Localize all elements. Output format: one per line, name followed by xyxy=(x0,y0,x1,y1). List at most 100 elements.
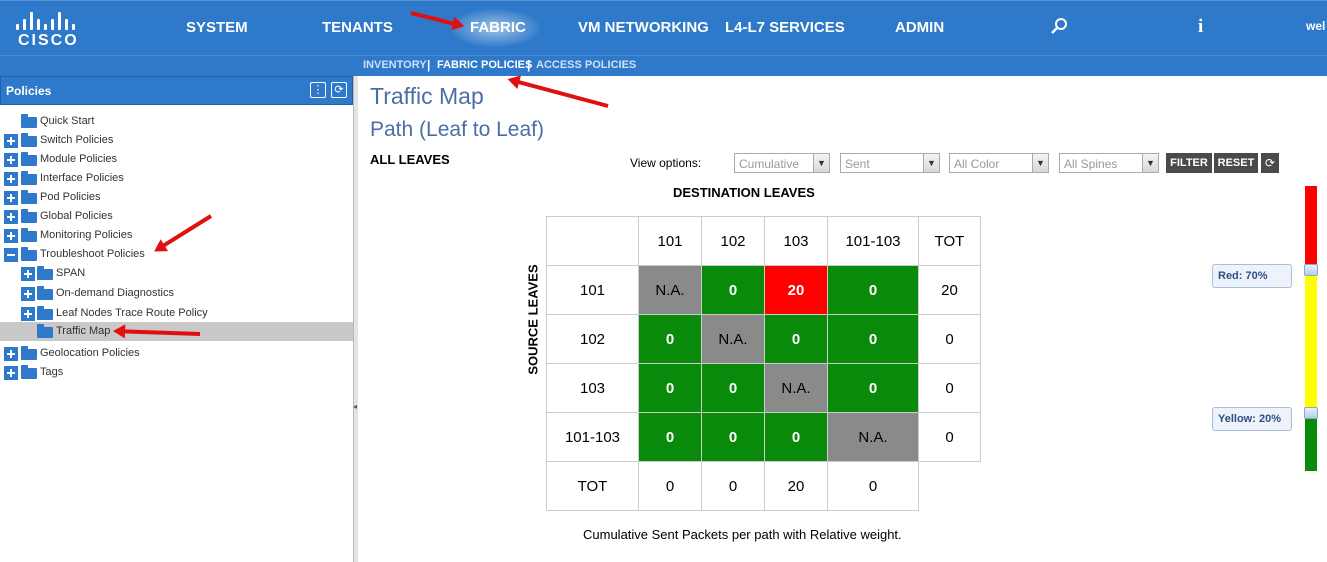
expand-icon[interactable] xyxy=(21,267,35,281)
matrix-cell[interactable]: 0 xyxy=(827,265,919,315)
color-dropdown[interactable]: All Color ▼ xyxy=(949,153,1049,173)
filter-button[interactable]: FILTER xyxy=(1166,153,1212,173)
sidebar-item-global-policies[interactable]: Global Policies xyxy=(0,207,353,226)
matrix-cell[interactable]: N.A. xyxy=(764,363,828,413)
cisco-logo[interactable]: CISCO xyxy=(14,10,86,50)
expand-icon[interactable] xyxy=(4,153,18,167)
yellow-threshold-slider[interactable] xyxy=(1304,407,1318,419)
folder-icon xyxy=(21,346,37,360)
tree-view-icon[interactable]: ⋮ xyxy=(310,82,326,98)
matrix-cell[interactable]: 0 xyxy=(827,363,919,413)
folder-icon xyxy=(21,365,37,379)
matrix-cell[interactable]: 0 xyxy=(701,363,765,413)
row-header: 102 xyxy=(546,314,639,364)
expand-icon[interactable] xyxy=(21,307,35,321)
sidebar-item-troubleshoot-policies[interactable]: Troubleshoot Policies xyxy=(0,245,353,264)
matrix-caption: Cumulative Sent Packets per path with Re… xyxy=(583,527,902,542)
collapse-icon[interactable] xyxy=(4,248,18,262)
matrix-cell[interactable]: 0 xyxy=(827,314,919,364)
matrix-cell[interactable]: 0 xyxy=(638,412,702,462)
matrix-cell[interactable]: 0 xyxy=(701,412,765,462)
expand-icon[interactable] xyxy=(4,347,18,361)
column-header: 101-103 xyxy=(827,216,919,266)
sidebar-item-label: Pod Policies xyxy=(40,191,101,203)
sidebar-item-pod-policies[interactable]: Pod Policies xyxy=(0,188,353,207)
column-total: 0 xyxy=(701,461,765,511)
column-header: 101 xyxy=(638,216,702,266)
sidebar-item-geolocation-policies[interactable]: Geolocation Policies xyxy=(0,344,353,363)
matrix-cell[interactable]: 20 xyxy=(764,265,828,315)
direction-dropdown[interactable]: Sent ▼ xyxy=(840,153,940,173)
sidebar-item-switch-policies[interactable]: Switch Policies xyxy=(0,131,353,150)
mode-dropdown[interactable]: Cumulative ▼ xyxy=(734,153,830,173)
nav-l4-l7-services[interactable]: L4-L7 SERVICES xyxy=(725,19,845,36)
user-name[interactable]: wel xyxy=(1306,19,1325,33)
red-threshold-slider[interactable] xyxy=(1304,264,1318,276)
page-title: Traffic Map xyxy=(370,83,484,109)
yellow-threshold-label: Yellow: 20% xyxy=(1212,407,1292,431)
source-leaves-title: SOURCE LEAVES xyxy=(525,264,541,375)
refresh-icon[interactable]: ⟳ xyxy=(331,82,347,98)
search-icon[interactable] xyxy=(1050,16,1070,41)
yellow-zone xyxy=(1305,267,1317,410)
chevron-down-icon: ▼ xyxy=(923,154,939,172)
nav-tenants[interactable]: TENANTS xyxy=(322,19,393,36)
sidebar-item-label: Leaf Nodes Trace Route Policy xyxy=(56,307,208,319)
matrix-row: 101-103 0 0 0 N.A. 0 xyxy=(546,412,981,462)
column-total: 0 xyxy=(638,461,702,511)
folder-icon xyxy=(37,306,53,320)
folder-icon xyxy=(21,171,37,185)
info-icon[interactable]: i xyxy=(1198,16,1203,38)
page-subtitle: Path (Leaf to Leaf) xyxy=(370,118,544,141)
matrix-cell[interactable]: 0 xyxy=(638,363,702,413)
expand-icon[interactable] xyxy=(4,210,18,224)
expand-icon[interactable] xyxy=(21,287,35,301)
nav-fabric[interactable]: FABRIC xyxy=(470,19,526,36)
matrix-cell[interactable]: N.A. xyxy=(827,412,919,462)
matrix-cell[interactable]: 0 xyxy=(701,265,765,315)
matrix-cell[interactable]: 0 xyxy=(638,314,702,364)
expand-icon[interactable] xyxy=(4,229,18,243)
nav-vm-networking[interactable]: VM NETWORKING xyxy=(578,19,709,36)
expand-icon[interactable] xyxy=(4,134,18,148)
sidebar-item-quick-start[interactable]: Quick Start xyxy=(0,112,353,131)
sidebar-item-span[interactable]: SPAN xyxy=(0,264,353,283)
reset-button[interactable]: RESET xyxy=(1214,153,1258,173)
expand-icon[interactable] xyxy=(4,172,18,186)
expand-icon[interactable] xyxy=(4,366,18,380)
matrix-cell[interactable]: N.A. xyxy=(701,314,765,364)
sidebar-item-on-demand-diagnostics[interactable]: On-demand Diagnostics xyxy=(0,284,353,303)
matrix-row: 103 0 0 N.A. 0 0 xyxy=(546,363,981,413)
sidebar-header: Policies ⋮ ⟳ xyxy=(0,76,353,105)
nav-system[interactable]: SYSTEM xyxy=(186,19,248,36)
subnav-separator: | xyxy=(427,58,431,72)
subnav-fabric-policies[interactable]: FABRIC POLICIES xyxy=(437,59,532,71)
traffic-matrix: 101 102 103 101-103 TOT 101 N.A. 0 20 0 … xyxy=(546,216,981,511)
sidebar-item-module-policies[interactable]: Module Policies xyxy=(0,150,353,169)
color-dropdown-value: All Color xyxy=(954,157,1000,171)
matrix-cell[interactable]: N.A. xyxy=(638,265,702,315)
view-options-label: View options: xyxy=(630,156,702,170)
row-header: 101 xyxy=(546,265,639,315)
folder-icon xyxy=(37,324,53,338)
nav-admin[interactable]: ADMIN xyxy=(895,19,944,36)
sidebar-item-interface-policies[interactable]: Interface Policies xyxy=(0,169,353,188)
subnav-separator: | xyxy=(527,58,531,72)
matrix-cell[interactable]: 0 xyxy=(764,314,828,364)
matrix-header-row: 101 102 103 101-103 TOT xyxy=(546,216,981,266)
sidebar-collapse-handle[interactable] xyxy=(353,76,358,562)
sidebar-item-label: On-demand Diagnostics xyxy=(56,287,175,299)
spines-dropdown[interactable]: All Spines ▼ xyxy=(1059,153,1159,173)
subnav-access-policies[interactable]: ACCESS POLICIES xyxy=(536,59,636,71)
matrix-cell[interactable]: 0 xyxy=(764,412,828,462)
refresh-icon[interactable]: ⟳ xyxy=(1261,153,1279,173)
sidebar-item-leaf-nodes-trace-route-policy[interactable]: Leaf Nodes Trace Route Policy xyxy=(0,304,353,323)
row-header: TOT xyxy=(546,461,639,511)
sidebar-item-tags[interactable]: Tags xyxy=(0,363,353,382)
expand-icon[interactable] xyxy=(4,191,18,205)
folder-icon xyxy=(37,286,53,300)
folder-icon xyxy=(21,190,37,204)
subnav-inventory[interactable]: INVENTORY xyxy=(363,59,427,71)
row-header: 101-103 xyxy=(546,412,639,462)
sidebar-item-label: Module Policies xyxy=(40,153,118,165)
